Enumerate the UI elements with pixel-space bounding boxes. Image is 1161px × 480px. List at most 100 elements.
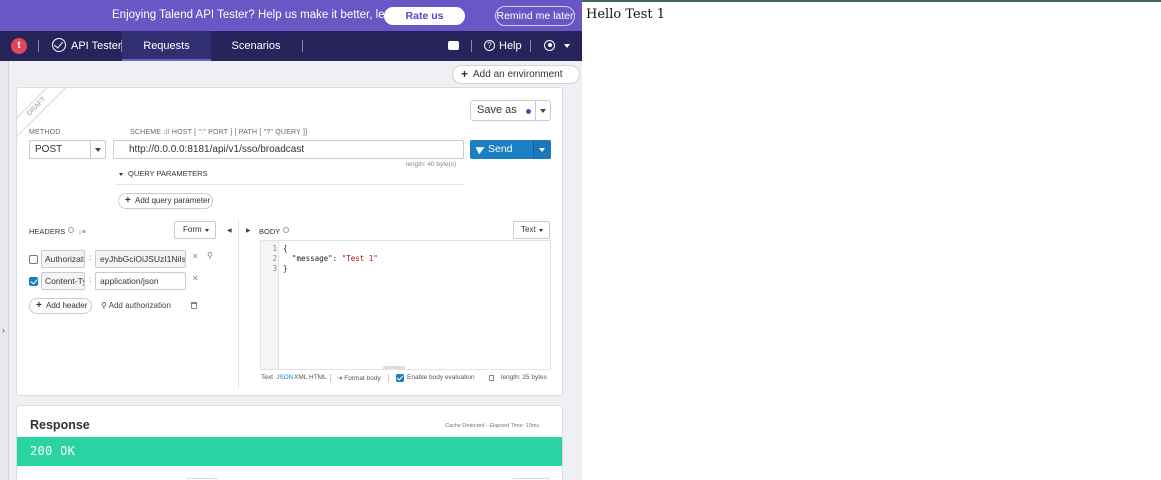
expand-right-icon[interactable]: ▶ (246, 227, 251, 234)
trash-icon[interactable] (191, 302, 197, 309)
headers-label: HEADERS (29, 227, 66, 236)
divider (238, 219, 239, 389)
body-title: BODY (259, 227, 290, 236)
save-dropdown-button[interactable] (535, 101, 551, 120)
divider (330, 374, 331, 382)
format-body-button[interactable]: ⇥ Format body (337, 374, 381, 382)
unsaved-dot-icon (526, 109, 531, 114)
collapse-left-icon[interactable]: ◀ (227, 227, 232, 234)
chevron-right-icon[interactable]: › (2, 325, 5, 335)
add-header-button[interactable]: + Add header (29, 298, 92, 314)
sort-icon[interactable]: ↓≡ (78, 229, 86, 236)
nav-separator (530, 40, 531, 52)
query-parameters-toggle[interactable]: QUERY PARAMETERS (119, 169, 208, 178)
caret-down-icon (119, 172, 123, 176)
response-title: Response (30, 418, 90, 432)
colon: : (89, 253, 92, 262)
add-query-label: Add query parameter (135, 196, 211, 205)
line-number: 3 (272, 264, 277, 273)
send-button[interactable]: Send (470, 140, 551, 159)
scheme-hint: SCHEME :// HOST [ ":" PORT ] [ PATH [ "?… (130, 129, 308, 136)
remove-header-icon[interactable]: ✕ (192, 274, 199, 283)
request-card: DRAFT Save as METHOD SCHEME :// HOST [ "… (16, 87, 563, 396)
header-enabled-checkbox[interactable] (29, 255, 38, 264)
page-text: Hello Test 1 (586, 7, 665, 22)
help-link[interactable]: Help (499, 40, 522, 52)
query-parameters-label: QUERY PARAMETERS (128, 169, 208, 178)
api-tester-check-icon (52, 38, 66, 52)
top-nav: t API Tester Requests Scenarios ? Help (0, 31, 582, 61)
url-input[interactable]: http://0.0.0.0:8181/api/v1/sso/broadcast (113, 140, 464, 159)
plus-icon: + (36, 300, 42, 311)
send-label: Send (488, 143, 513, 155)
save-as-label: Save as (477, 104, 517, 116)
response-card: Response Cache Detected - Elapsed Time: … (16, 405, 563, 480)
status-code: 200 OK (30, 444, 76, 458)
send-dropdown-button[interactable] (533, 140, 551, 159)
line-number: 1 (272, 244, 277, 253)
trash-icon[interactable] (489, 375, 494, 381)
scrollbar[interactable] (383, 366, 405, 369)
header-value-input[interactable]: eyJhbGciOiJSUzI1NiIsInR5cCI6IkpXVCJ9 (95, 250, 186, 268)
talend-logo-icon[interactable]: t (11, 38, 27, 54)
body-editor[interactable]: 1 2 3 { "message": "Test 1" } (260, 240, 551, 370)
api-tester-panel: Enjoying Talend API Tester? Help us make… (0, 0, 582, 480)
code-line: "message": "Test 1" (292, 254, 378, 263)
body-format-select[interactable]: Text (513, 221, 550, 239)
send-icon (475, 143, 487, 155)
header-enabled-checkbox[interactable] (29, 277, 38, 286)
chevron-down-icon[interactable] (90, 141, 106, 158)
code-line: } (283, 264, 288, 273)
nav-separator (38, 40, 39, 52)
tab-requests[interactable]: Requests (122, 31, 211, 61)
body-type-text[interactable]: Text (261, 374, 273, 381)
add-header-label: Add header (46, 301, 88, 310)
nav-separator (471, 40, 472, 52)
nav-separator (302, 40, 303, 52)
url-length: length: 40 byte(s) (406, 161, 457, 168)
body-type-xml[interactable]: XML (294, 374, 307, 381)
add-authorization-link[interactable]: ⚲ Add authorization (101, 301, 171, 310)
enable-body-evaluation-label: Enable body evaluation (407, 374, 475, 381)
remove-header-icon[interactable]: ✕ (192, 252, 199, 261)
info-icon[interactable] (283, 227, 290, 233)
body-length: length: 25 bytes (501, 374, 547, 381)
add-authorization-label: Add authorization (108, 301, 171, 310)
remind-later-button[interactable]: Remind me later (495, 6, 575, 26)
user-icon[interactable] (544, 40, 555, 51)
line-gutter: 1 2 3 (261, 241, 279, 369)
method-value: POST (35, 144, 63, 155)
body-type-json[interactable]: JSON (276, 374, 293, 381)
divider (388, 374, 389, 382)
method-label: METHOD (29, 129, 61, 136)
info-icon[interactable] (68, 227, 75, 233)
method-select[interactable]: POST (29, 140, 106, 159)
tab-scenarios[interactable]: Scenarios (212, 31, 300, 61)
chat-icon[interactable] (448, 41, 459, 50)
header-value-input[interactable]: application/json (95, 272, 186, 290)
format-body-label: Format body (344, 375, 381, 382)
add-query-parameter-button[interactable]: + Add query parameter (118, 193, 213, 209)
colon: : (89, 275, 92, 284)
code-line: { (283, 244, 288, 253)
header-key-input[interactable]: Content-Type (41, 272, 85, 290)
response-meta: Cache Detected - Elapsed Time: 10ms (445, 423, 540, 429)
add-environment-button[interactable]: + Add an environment (452, 65, 580, 84)
sidebar-rail[interactable]: › (0, 61, 9, 480)
plus-icon: + (461, 67, 469, 81)
headers-form-select[interactable]: Form (174, 221, 216, 239)
rate-us-button[interactable]: Rate us (384, 7, 465, 25)
key-icon[interactable]: ⚲ (207, 251, 213, 260)
chevron-down-icon[interactable] (564, 44, 570, 48)
help-icon[interactable]: ? (484, 40, 495, 51)
status-bar: 200 OK (17, 437, 562, 466)
enable-body-evaluation-checkbox[interactable] (396, 374, 404, 382)
header-key-input[interactable]: Authorization (41, 250, 85, 268)
add-environment-label: Add an environment (473, 69, 563, 80)
browser-page: Hello Test 1 (582, 0, 1161, 480)
save-as-button[interactable]: Save as (470, 100, 551, 121)
body-type-html[interactable]: HTML (309, 374, 327, 381)
app-name[interactable]: API Tester (71, 40, 122, 52)
body-label: BODY (259, 227, 281, 236)
line-number: 2 (272, 254, 277, 263)
